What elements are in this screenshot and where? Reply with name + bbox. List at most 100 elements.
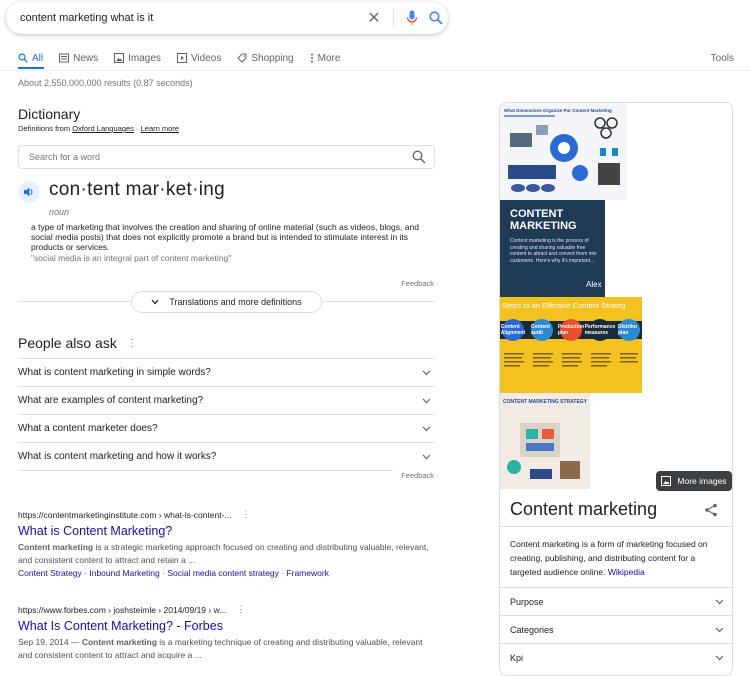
more-vert-icon[interactable]: ⋮	[242, 509, 251, 520]
search-icon[interactable]	[412, 150, 426, 164]
wikipedia-link[interactable]: Wikipedia	[608, 567, 645, 577]
source-link[interactable]: Oxford Languages	[72, 124, 134, 133]
image-caption: CONTENT MARKETING STRATEGY	[502, 399, 588, 405]
kp-image[interactable]: CONTENT MARKETING Content marketing is t…	[500, 200, 605, 297]
people-also-ask-title: People also ask ⋮	[18, 335, 137, 351]
chevron-down-icon	[151, 299, 159, 305]
kp-row-label: Kpi	[510, 652, 524, 663]
tab-shopping[interactable]: Shopping	[237, 50, 294, 66]
paa-title-text: People also ask	[18, 335, 117, 351]
tab-label: Images	[128, 52, 161, 64]
image-text: Content marketing is the process of crea…	[510, 238, 597, 264]
share-icon[interactable]	[704, 503, 718, 517]
paa-feedback-link[interactable]: Feedback	[401, 471, 434, 480]
question-text: What a content marketer does?	[18, 423, 158, 434]
kp-image[interactable]: What Dimensions Organize Pur Content Mar…	[500, 103, 627, 200]
step-label: Content Alignment	[501, 319, 525, 341]
tab-images[interactable]: Images	[114, 50, 161, 66]
sitelink[interactable]: Framework	[286, 568, 329, 578]
knowledge-panel: What Dimensions Organize Pur Content Mar…	[499, 102, 733, 676]
search-bar[interactable]: content marketing what is it ✕	[6, 2, 448, 34]
image-caption: Steps to an Effective Content Strateg	[502, 301, 626, 310]
paa-question[interactable]: What is content marketing in simple word…	[18, 358, 435, 386]
image-icon	[661, 476, 672, 486]
definition-text: a type of marketing that involves the cr…	[31, 222, 419, 252]
image-brand: Alex	[586, 280, 602, 289]
result-url-text: https://contentmarketinginstitute.com › …	[18, 509, 232, 520]
microphone-icon[interactable]	[400, 6, 424, 30]
chevron-down-icon	[422, 454, 431, 459]
result-snippet: Content marketing is a strategic marketi…	[18, 541, 438, 567]
tab-label: More	[317, 52, 341, 64]
kp-row-categories[interactable]: Categories	[500, 615, 732, 643]
tools-button[interactable]: Tools	[711, 50, 734, 66]
result-date: Sep 19, 2014 —	[18, 637, 80, 647]
snippet-bold: Content marketing	[81, 637, 157, 647]
search-icon	[18, 53, 28, 63]
tab-all[interactable]: All	[18, 50, 43, 66]
result-stats: About 2,550,000,000 results (0.87 second…	[18, 78, 193, 88]
search-result: https://contentmarketinginstitute.com › …	[18, 509, 438, 578]
result-title-link[interactable]: What Is Content Marketing? - Forbes	[18, 619, 438, 633]
button-label: Translations and more definitions	[169, 297, 302, 307]
learn-more-link[interactable]: Learn more	[141, 124, 179, 133]
result-snippet: Sep 19, 2014 — Content marketing is a ma…	[18, 636, 438, 662]
kp-row-label: Purpose	[510, 596, 544, 607]
dictionary-search-input[interactable]: Search for a word	[18, 145, 435, 169]
kp-row-label: Categories	[510, 624, 554, 635]
chevron-down-icon	[422, 398, 431, 403]
tab-label: News	[73, 52, 99, 64]
paa-question[interactable]: What is content marketing and how it wor…	[18, 442, 435, 470]
more-vert-icon	[310, 53, 313, 63]
dictionary-feedback-link[interactable]: Feedback	[401, 279, 434, 288]
result-url-text: https://www.forbes.com › joshsteimle › 2…	[18, 604, 227, 615]
image-icon	[114, 53, 125, 63]
sitelink[interactable]: Social media content strategy	[167, 568, 279, 578]
tab-news[interactable]: News	[59, 50, 98, 66]
definition-example: "social media is an integral part of con…	[31, 253, 232, 263]
sitelink[interactable]: Inbound Marketing	[89, 568, 159, 578]
more-vert-icon[interactable]: ⋮	[236, 604, 245, 615]
paa-question[interactable]: What a content marketer does?	[18, 414, 435, 442]
kp-image[interactable]: CONTENT MARKETING STRATEGY	[500, 393, 590, 489]
tabs-divider	[0, 70, 750, 71]
tab-label: Shopping	[251, 52, 294, 64]
sitelink[interactable]: Content Strategy	[18, 568, 82, 578]
part-of-speech: noun	[49, 207, 70, 217]
step-label: Performance measures	[585, 319, 615, 341]
image-grid: What Dimensions Organize Pur Content Mar…	[500, 103, 732, 493]
dictionary-source: Definitions from Oxford Languages · Lear…	[18, 124, 179, 133]
clear-icon[interactable]: ✕	[361, 8, 387, 28]
speaker-icon[interactable]	[18, 181, 40, 203]
kp-image[interactable]: Steps to an Effective Content Strateg Co…	[500, 297, 642, 393]
more-vert-icon[interactable]: ⋮	[127, 338, 137, 349]
image-caption: CONTENT MARKETING	[510, 208, 577, 232]
result-title-link[interactable]: What is Content Marketing?	[18, 524, 438, 538]
search-divider	[393, 9, 394, 27]
video-icon	[176, 53, 187, 63]
kp-row-purpose[interactable]: Purpose	[500, 587, 732, 615]
dictionary-title: Dictionary	[18, 106, 81, 122]
snippet-text: is a marketing technique of creating and…	[18, 637, 423, 660]
translations-more-button[interactable]: Translations and more definitions	[131, 291, 322, 313]
paa-question[interactable]: What are examples of content marketing?	[18, 386, 435, 414]
search-icon[interactable]	[424, 6, 448, 30]
step-label: Production plan	[558, 319, 584, 341]
result-url: https://www.forbes.com › joshsteimle › 2…	[18, 604, 438, 615]
search-tabs: All News Images Videos Shopping More Too…	[18, 50, 734, 70]
kp-row-kpi[interactable]: Kpi	[500, 643, 732, 671]
tab-videos[interactable]: Videos	[176, 50, 221, 66]
step-label: Content audit	[531, 319, 553, 341]
news-icon	[59, 53, 70, 63]
active-tab-indicator	[18, 67, 44, 69]
more-images-button[interactable]: More images	[656, 471, 732, 491]
question-text: What is content marketing in simple word…	[18, 367, 211, 378]
dictionary-word: con·tent mar·ket·ing	[49, 179, 226, 200]
tab-more[interactable]: More	[310, 50, 341, 66]
divider	[18, 470, 393, 471]
tab-label: All	[32, 52, 44, 64]
chevron-down-icon	[715, 627, 724, 632]
button-label: More images	[677, 476, 727, 486]
search-input[interactable]: content marketing what is it	[20, 12, 361, 24]
result-sitelinks: Content Strategy · Inbound Marketing · S…	[18, 568, 438, 578]
